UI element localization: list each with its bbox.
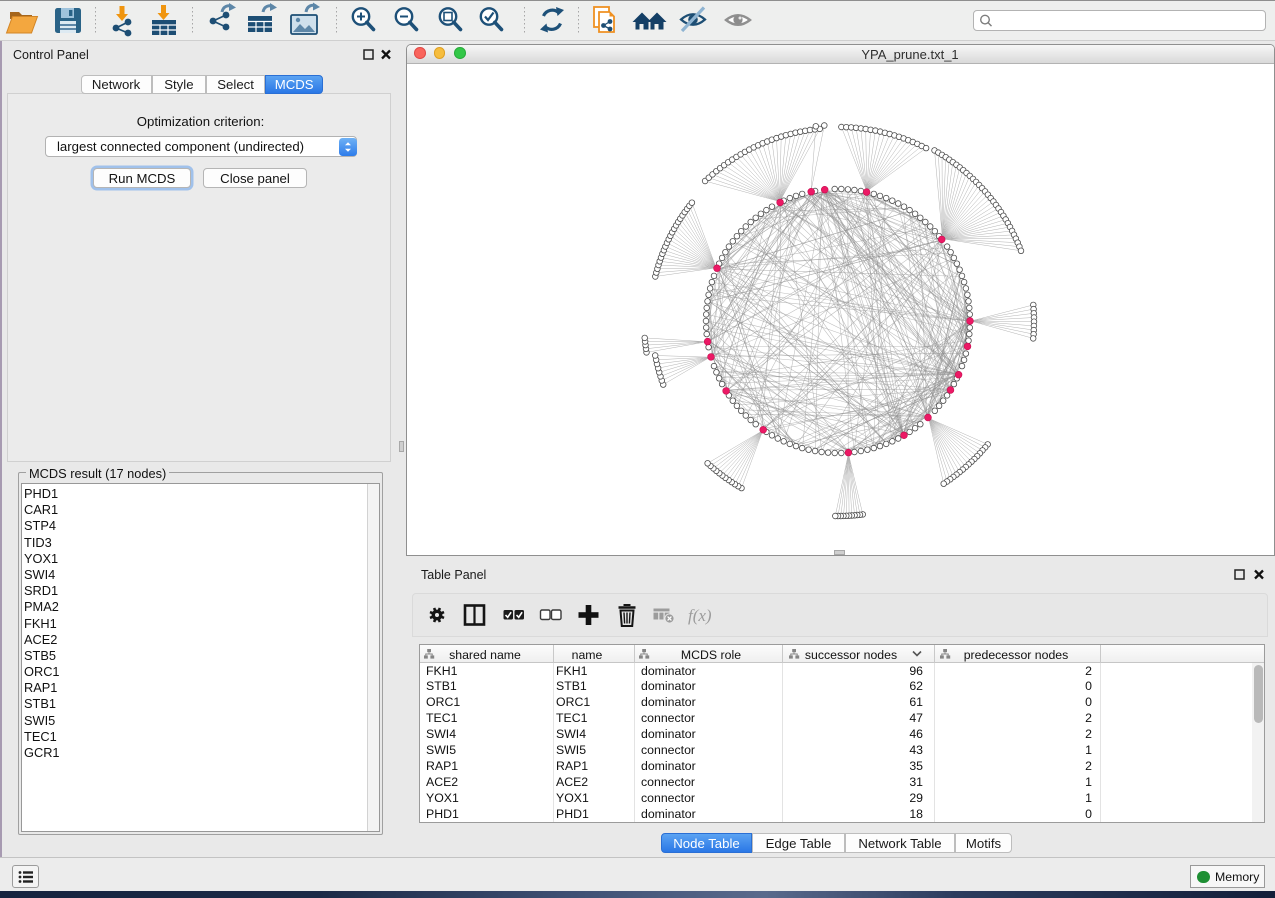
svg-text:f(x): f(x) bbox=[688, 606, 712, 625]
